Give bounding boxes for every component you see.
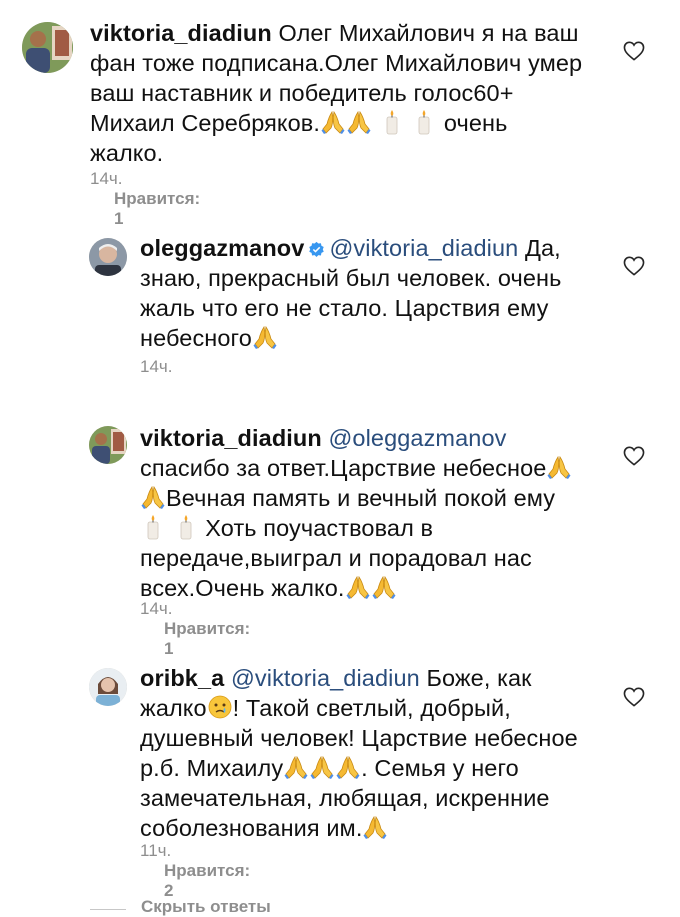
avatar[interactable] bbox=[89, 426, 127, 464]
comment-line: знаю, прекрасный был человек. очень bbox=[140, 265, 562, 291]
heart-icon[interactable] bbox=[623, 446, 645, 466]
candle-emoji bbox=[140, 514, 166, 540]
username[interactable]: viktoria_diadiun bbox=[140, 425, 322, 451]
comment-line: фан тоже подписана.Олег Михайлович умер bbox=[90, 50, 583, 76]
comment-line: viktoria_diadiun Олег Михайлович я на ва… bbox=[90, 18, 610, 48]
folded-hands-emoji bbox=[362, 814, 388, 840]
heart-icon[interactable] bbox=[623, 256, 645, 276]
username[interactable]: oribk_a bbox=[140, 665, 224, 691]
heart-icon[interactable] bbox=[623, 687, 645, 707]
comment-line: Михаил Серебряков. очень bbox=[90, 108, 610, 138]
folded-hands-emoji bbox=[283, 754, 309, 780]
comment-line: oleggazmanov @viktoria_diadiun Да, bbox=[140, 233, 610, 263]
candle-emoji bbox=[379, 109, 405, 135]
folded-hands-emoji bbox=[309, 754, 335, 780]
username[interactable]: oleggazmanov bbox=[140, 235, 304, 261]
avatar[interactable] bbox=[89, 668, 127, 706]
comment-text: очень bbox=[443, 110, 508, 136]
mention-link[interactable]: @oleggazmanov bbox=[328, 425, 506, 451]
comment-text: Да, bbox=[524, 235, 561, 261]
crying-face-emoji bbox=[207, 694, 233, 720]
comment-time: 14ч. bbox=[140, 599, 173, 618]
comment-line: небесного bbox=[140, 323, 610, 353]
comment-line: р.б. Михаилу . Семья у него bbox=[140, 753, 610, 783]
comment-line: душевный человек! Царствие небесное bbox=[140, 725, 578, 751]
comment-text: жалко bbox=[140, 695, 207, 721]
username[interactable]: viktoria_diadiun bbox=[90, 20, 272, 46]
folded-hands-emoji bbox=[371, 574, 397, 600]
comment-line: соболезнования им. bbox=[140, 813, 610, 843]
comment-text: Хоть поучаствовал в bbox=[205, 515, 434, 541]
comment-line: viktoria_diadiun @oleggazmanov bbox=[140, 423, 610, 453]
comment-line: спасибо за ответ.Царствие небесное bbox=[140, 453, 610, 483]
comment-text: спасибо за ответ.Царствие небесное bbox=[140, 455, 547, 481]
comment-line: Вечная память и вечный покой ему bbox=[140, 483, 610, 513]
comment-line: передаче,выиграл и порадовал нас bbox=[140, 545, 532, 571]
folded-hands-emoji bbox=[140, 484, 166, 510]
comment-text: всех.Очень жалко. bbox=[140, 575, 345, 601]
mention-link[interactable]: @viktoria_diadiun bbox=[329, 235, 518, 261]
folded-hands-emoji bbox=[546, 454, 572, 480]
folded-hands-emoji bbox=[252, 324, 278, 350]
comment-text: Олег Михайлович я на ваш bbox=[278, 20, 579, 46]
likes-count[interactable]: Нравится: 2 bbox=[164, 861, 250, 901]
folded-hands-emoji bbox=[346, 109, 372, 135]
candle-emoji bbox=[411, 109, 437, 135]
avatar[interactable] bbox=[89, 238, 127, 276]
comment-time: 11ч. bbox=[140, 841, 172, 860]
comment-time: 14ч. bbox=[140, 357, 173, 376]
comment-line: замечательная, любящая, искренние bbox=[140, 785, 550, 811]
comment-text: Вечная память и вечный покой ему bbox=[166, 485, 556, 511]
comment-time: 14ч. bbox=[90, 169, 123, 188]
likes-count[interactable]: Нравится: 1 bbox=[114, 189, 200, 229]
comment-line: жаль что его не стало. Царствия ему bbox=[140, 295, 549, 321]
comment-text: ! Такой светлый, добрый, bbox=[232, 695, 511, 721]
verified-badge-icon bbox=[308, 241, 325, 258]
heart-icon[interactable] bbox=[623, 41, 645, 61]
likes-count[interactable]: Нравится: 1 bbox=[164, 619, 250, 659]
comment-text: . Семья у него bbox=[361, 755, 519, 781]
avatar[interactable] bbox=[22, 22, 73, 73]
folded-hands-emoji bbox=[335, 754, 361, 780]
comment-line: жалко ! Такой светлый, добрый, bbox=[140, 693, 610, 723]
candle-emoji bbox=[173, 514, 199, 540]
mention-link[interactable]: @viktoria_diadiun bbox=[231, 665, 420, 691]
comment-line: жалко. bbox=[90, 140, 164, 166]
folded-hands-emoji bbox=[345, 574, 371, 600]
comment-text: р.б. Михаилу bbox=[140, 755, 284, 781]
comment-line: ваш наставник и победитель голос60+ bbox=[90, 80, 514, 106]
folded-hands-emoji bbox=[320, 109, 346, 135]
comment-text: Боже, как bbox=[426, 665, 532, 691]
hide-replies-divider bbox=[90, 909, 126, 910]
comment-text: Михаил Серебряков. bbox=[90, 110, 320, 136]
comment-line: Хоть поучаствовал в bbox=[140, 513, 610, 543]
comment-line: oribk_a @viktoria_diadiun Боже, как bbox=[140, 663, 610, 693]
comment-text: небесного bbox=[140, 325, 252, 351]
hide-replies-button[interactable]: Скрыть ответы bbox=[141, 897, 271, 917]
comment-text: соболезнования им. bbox=[140, 815, 363, 841]
